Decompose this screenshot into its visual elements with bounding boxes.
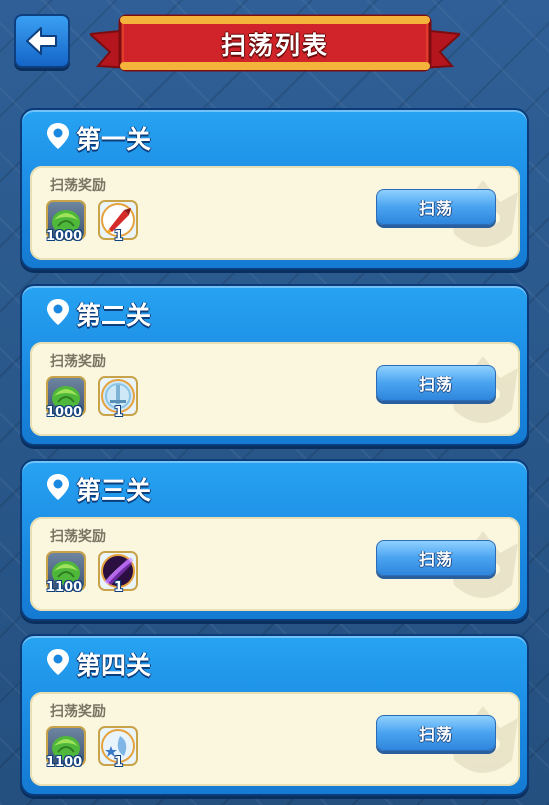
location-pin-icon	[46, 122, 70, 154]
reward-item[interactable]: 1	[98, 551, 138, 595]
level-card: 第二关 扫荡奖励 1000 1 扫荡	[20, 284, 529, 446]
reward-item[interactable]: 1000	[46, 376, 86, 420]
sweep-button[interactable]: 扫荡	[376, 540, 496, 576]
level-card: 第一关 扫荡奖励 1000 1 扫荡	[20, 108, 529, 270]
reward-item[interactable]: 1	[98, 726, 138, 770]
reward-count: 1	[114, 405, 124, 420]
level-title: 第一关	[76, 125, 152, 154]
reward-panel: 扫荡奖励 1000 1 扫荡	[30, 342, 520, 436]
reward-item[interactable]: 1100	[46, 726, 86, 770]
reward-panel: 扫荡奖励 1100 1 扫荡	[30, 517, 520, 611]
level-title: 第三关	[76, 476, 152, 505]
back-button[interactable]	[14, 14, 70, 68]
reward-count: 1100	[46, 580, 83, 595]
reward-count: 1100	[46, 755, 83, 770]
reward-panel: 扫荡奖励 1100 1 扫荡	[30, 692, 520, 786]
reward-count: 1000	[46, 229, 83, 244]
level-title: 第四关	[76, 651, 152, 680]
reward-label: 扫荡奖励	[50, 354, 106, 370]
reward-panel: 扫荡奖励 1000 1 扫荡	[30, 166, 520, 260]
location-pin-icon	[46, 648, 70, 680]
level-card: 第四关 扫荡奖励 1100 1 扫荡	[20, 634, 529, 796]
level-card: 第三关 扫荡奖励 1100 1 扫荡	[20, 459, 529, 621]
title-banner: 扫荡列表	[90, 10, 460, 78]
level-header: 第三关	[46, 471, 151, 507]
reward-count: 1	[114, 755, 124, 770]
page-title: 扫荡列表	[220, 31, 329, 60]
reward-count: 1000	[46, 405, 83, 420]
reward-item[interactable]: 1000	[46, 200, 86, 244]
location-pin-icon	[46, 473, 70, 505]
location-pin-icon	[46, 298, 70, 330]
reward-label: 扫荡奖励	[50, 529, 106, 545]
level-header: 第四关	[46, 646, 151, 682]
sweep-button[interactable]: 扫荡	[376, 189, 496, 225]
reward-item[interactable]: 1	[98, 200, 138, 244]
reward-label: 扫荡奖励	[50, 178, 106, 194]
reward-count: 1	[114, 229, 124, 244]
level-title: 第二关	[76, 301, 152, 330]
sweep-button[interactable]: 扫荡	[376, 365, 496, 401]
reward-item[interactable]: 1	[98, 376, 138, 420]
level-header: 第一关	[46, 120, 151, 156]
reward-label: 扫荡奖励	[50, 704, 106, 720]
reward-count: 1	[114, 580, 124, 595]
sweep-button[interactable]: 扫荡	[376, 715, 496, 751]
reward-item[interactable]: 1100	[46, 551, 86, 595]
arrow-left-icon	[26, 27, 57, 55]
level-header: 第二关	[46, 296, 151, 332]
